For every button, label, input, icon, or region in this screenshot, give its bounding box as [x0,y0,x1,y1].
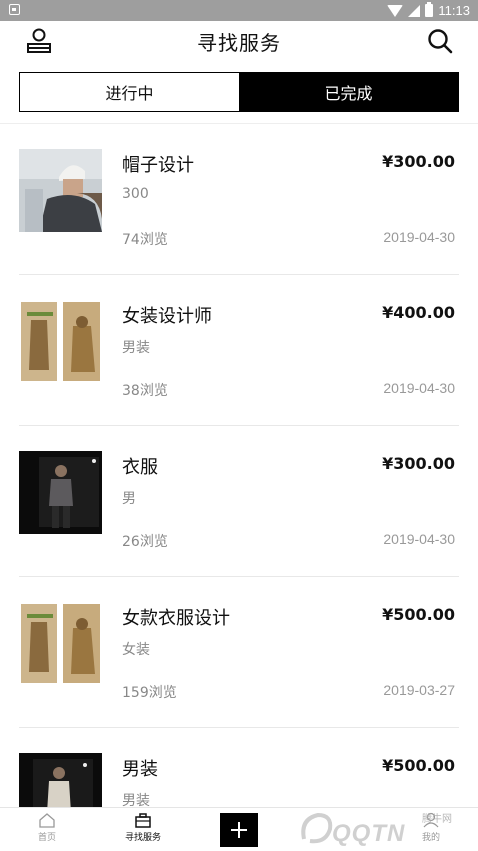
hat-photo-thumbnail [19,149,102,232]
tab-home-label: 首页 [37,833,56,843]
tab-find-label: 寻找服务 [124,833,161,843]
home-icon [39,813,55,828]
item-price: ¥500.00 [382,605,455,624]
list-item[interactable]: 女款衣服设计 ¥500.00 女装 159浏览 2019-03-27 [19,577,459,728]
watermark-logo: QQTN 腾牛网 [292,806,478,851]
item-price: ¥300.00 [382,152,455,171]
item-date: 2019-04-30 [383,531,455,547]
briefcase-icon [135,813,151,828]
list-item[interactable]: 帽子设计 ¥300.00 300 74浏览 2019-04-30 [19,124,459,275]
tab-in-progress[interactable]: 进行中 [20,73,239,111]
item-subtitle: 男 [122,491,136,507]
item-title: 女装设计师 [122,306,212,327]
item-subtitle: 男装 [122,340,150,356]
item-subtitle: 女装 [122,642,150,658]
item-title: 男装 [122,759,158,780]
watermark-text: QQTN [332,820,406,847]
status-bar: 11:13 [0,0,478,21]
item-price: ¥500.00 [382,756,455,775]
page-title: 寻找服务 [197,31,281,55]
add-button[interactable] [220,813,258,847]
item-views: 26浏览 [122,534,168,550]
list-item[interactable]: 女装设计师 ¥400.00 男装 38浏览 2019-04-30 [19,275,459,426]
item-price: ¥400.00 [382,303,455,322]
status-time: 11:13 [438,3,470,18]
watermark-small-text: 腾牛网 [422,814,452,825]
item-title: 衣服 [122,457,158,478]
item-views: 38浏览 [122,383,168,399]
search-icon[interactable] [426,27,454,55]
tab-find-service[interactable]: 寻找服务 [108,812,178,843]
fashion-pair-photo-thumbnail [19,602,102,685]
item-date: 2019-03-27 [383,682,455,698]
list-item[interactable]: 男装 ¥500.00 男装 [19,728,459,807]
signal-icon [408,4,421,17]
item-views: 159浏览 [122,685,177,701]
item-date: 2019-04-30 [383,229,455,245]
watermark-icon [301,812,333,844]
item-date: 2019-04-30 [383,380,455,396]
wifi-icon [387,4,404,17]
tab-home[interactable]: 首页 [12,812,82,843]
runway-photo-thumbnail [19,451,102,534]
status-right: 11:13 [387,2,470,19]
item-price: ¥300.00 [382,454,455,473]
service-list: 帽子设计 ¥300.00 300 74浏览 2019-04-30 女装设计师 ¥… [0,124,478,807]
notification-icon [9,4,20,15]
item-title: 帽子设计 [122,155,194,176]
fashion-pair-photo-thumbnail [19,300,102,383]
tab-completed[interactable]: 已完成 [239,73,458,111]
status-segmented-control: 进行中 已完成 [19,72,459,112]
battery-icon [425,2,434,17]
item-subtitle: 300 [122,186,149,202]
header: 寻找服务 [0,21,478,63]
list-item[interactable]: 衣服 ¥300.00 男 26浏览 2019-04-30 [19,426,459,577]
item-views: 74浏览 [122,232,168,248]
item-title: 女款衣服设计 [122,608,230,629]
item-subtitle: 男装 [122,793,150,807]
runway-photo-thumbnail [19,753,102,807]
